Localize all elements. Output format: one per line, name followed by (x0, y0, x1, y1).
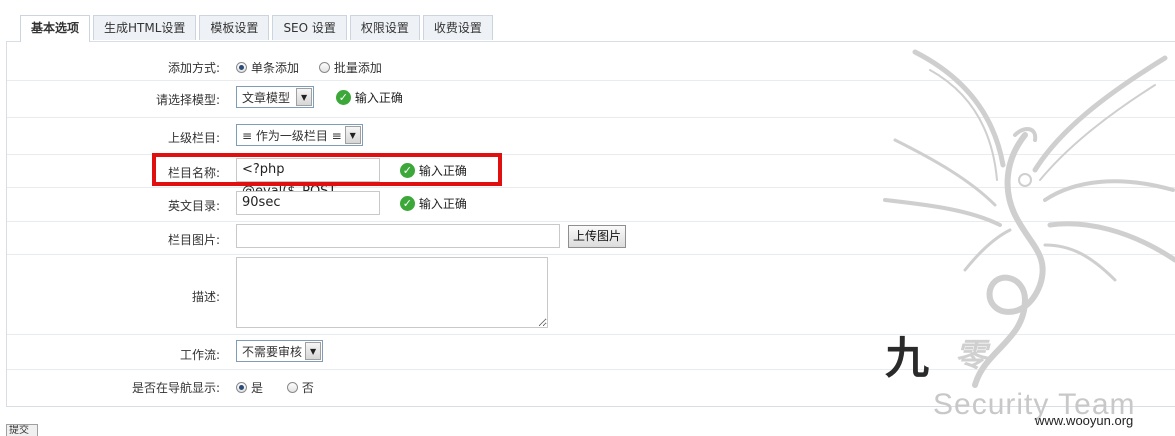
parent-select[interactable]: ≡ 作为一级栏目 ≡ ▼ (236, 124, 363, 146)
wooyun-url-watermark: www.wooyun.org (1035, 413, 1134, 428)
english-dir-status: ✓ 输入正确 (399, 195, 467, 212)
model-select[interactable]: 文章模型 ▼ (236, 86, 315, 108)
add-mode-label: 添加方式: (167, 61, 220, 75)
calligraphy-ling: 零 (955, 336, 988, 374)
radio-single-add[interactable]: 单条添加 (236, 61, 299, 75)
tab-bar: 基本选项 生成HTML设置 模板设置 SEO 设置 权限设置 收费设置 (20, 15, 496, 42)
nav-display-radios: 是 否 (236, 379, 330, 396)
category-image-label: 栏目图片: (167, 233, 220, 247)
parent-field: ≡ 作为一级栏目 ≡ ▼ (236, 124, 363, 146)
description-textarea[interactable] (236, 257, 548, 328)
radio-dot-icon (236, 62, 247, 73)
english-dir-label: 英文目录: (167, 199, 220, 213)
row-english-dir: 英文目录: 90sec ✓ 输入正确 (7, 187, 1175, 222)
tab-charge-settings[interactable]: 收费设置 (422, 15, 493, 40)
model-label: 请选择模型: (155, 93, 220, 107)
row-description: 描述: (7, 254, 1175, 335)
model-field: 文章模型 ▼ ✓ 输入正确 (236, 86, 403, 108)
radio-dot-icon (286, 382, 298, 393)
chevron-down-icon: ▼ (344, 126, 361, 144)
workflow-select[interactable]: 不需要审核 ▼ (236, 340, 324, 362)
tab-permission-settings[interactable]: 权限设置 (349, 15, 420, 40)
category-name-status: ✓ 输入正确 (399, 162, 467, 179)
nav-display-label: 是否在导航显示: (131, 381, 220, 395)
english-dir-field: 90sec ✓ 输入正确 (236, 191, 467, 215)
tab-template-settings[interactable]: 模板设置 (199, 15, 270, 40)
tab-basic-options[interactable]: 基本选项 (20, 15, 91, 42)
add-mode-radios: 单条添加 批量添加 (236, 59, 398, 76)
chevron-down-icon: ▼ (305, 342, 322, 360)
description-label: 描述: (191, 290, 220, 304)
row-workflow: 工作流: 不需要审核 ▼ (7, 334, 1175, 370)
submit-button[interactable]: 提交 (6, 424, 38, 436)
radio-batch-add[interactable]: 批量添加 (318, 61, 382, 75)
category-name-label: 栏目名称: (167, 166, 220, 180)
category-image-field: 上传图片 (236, 224, 627, 248)
english-dir-input[interactable]: 90sec (236, 191, 380, 215)
check-icon: ✓ (399, 162, 415, 178)
radio-dot-icon (318, 62, 330, 73)
row-category-image: 栏目图片: 上传图片 (7, 221, 1175, 255)
radio-nav-no[interactable]: 否 (286, 381, 314, 395)
model-status: ✓ 输入正确 (335, 89, 403, 106)
row-model: 请选择模型: 文章模型 ▼ ✓ 输入正确 (7, 80, 1175, 118)
category-image-input[interactable] (236, 224, 560, 248)
row-add-mode: 添加方式: 单条添加 批量添加 (7, 42, 1175, 81)
tab-html-settings[interactable]: 生成HTML设置 (93, 15, 197, 40)
workflow-field: 不需要审核 ▼ (236, 340, 324, 362)
form-panel: 添加方式: 单条添加 批量添加 请选择模型: 文章模型 ▼ ✓ 输入正确 上级栏目:… (6, 41, 1175, 407)
check-icon: ✓ (335, 89, 351, 105)
upload-image-button[interactable]: 上传图片 (568, 224, 627, 248)
radio-nav-yes[interactable]: 是 (236, 381, 263, 395)
row-category-name: 栏目名称: <?php @eval($_POST ✓输入正确 (7, 154, 1175, 199)
check-icon: ✓ (399, 195, 415, 211)
category-name-input[interactable]: <?php @eval($_POST (236, 158, 380, 199)
category-name-field: <?php @eval($_POST ✓输入正确 (236, 158, 467, 199)
chevron-down-icon: ▼ (296, 88, 313, 106)
parent-label: 上级栏目: (167, 131, 220, 145)
description-field (236, 257, 548, 331)
row-parent: 上级栏目: ≡ 作为一级栏目 ≡ ▼ (7, 117, 1175, 155)
workflow-label: 工作流: (179, 348, 220, 362)
tab-seo-settings[interactable]: SEO 设置 (272, 15, 347, 40)
calligraphy-jiu: 九 (885, 333, 929, 384)
radio-dot-icon (236, 382, 247, 393)
